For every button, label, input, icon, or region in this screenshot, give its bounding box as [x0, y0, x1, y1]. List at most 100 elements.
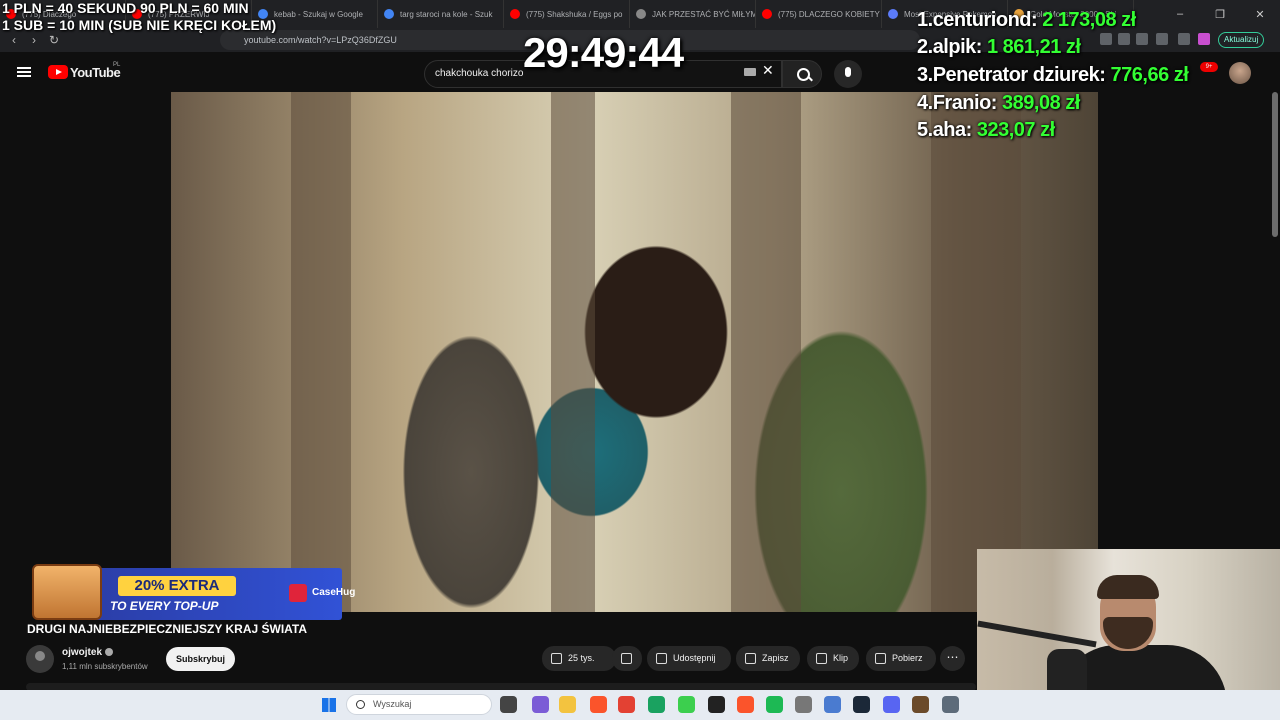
notepad-icon[interactable]: [824, 696, 841, 713]
brave-icon[interactable]: [737, 696, 754, 713]
download-icon: [875, 653, 886, 664]
windows-start-icon[interactable]: [322, 698, 336, 712]
voice-search-button[interactable]: [834, 60, 862, 88]
browser-tab[interactable]: targ staroci na kole - Szuk: [378, 0, 504, 28]
leaderboard-entry: 3.Penetrator dziurek: 776,66 zł: [917, 64, 1189, 86]
tab-favicon-icon: [888, 9, 898, 19]
share-label: Udostępnij: [673, 653, 716, 663]
bookmark-icon: [745, 653, 756, 664]
discord-icon[interactable]: [883, 696, 900, 713]
browser-tab[interactable]: JAK PRZESTAĆ BYĆ MIŁYM: [630, 0, 756, 28]
windows-taskbar: [0, 690, 1280, 720]
video-player[interactable]: [171, 92, 1098, 612]
video-frame-tree: [551, 92, 595, 612]
notification-badge[interactable]: 9+: [1200, 62, 1218, 72]
calculator-icon[interactable]: [795, 696, 812, 713]
leaderboard-entry: 5.aha: 323,07 zł: [917, 119, 1055, 141]
search-button[interactable]: [782, 60, 822, 88]
settings-icon[interactable]: [942, 696, 959, 713]
scissors-icon: [816, 653, 827, 664]
sponsor-headline: 20% EXTRA: [118, 576, 236, 596]
clip-button[interactable]: Klip: [807, 646, 859, 671]
app-icon[interactable]: [912, 696, 929, 713]
extension-icon[interactable]: [1100, 33, 1112, 45]
tab-label: (775) DLACZEGO KOBIETY: [778, 9, 880, 19]
clear-search-icon[interactable]: ✕: [762, 62, 774, 79]
extension-icon[interactable]: [1118, 33, 1130, 45]
more-actions-button[interactable]: ⋯: [940, 646, 965, 671]
save-label: Zapisz: [762, 653, 789, 663]
sponsor-brand: CaseHug: [312, 587, 356, 598]
tab-label: JAK PRZESTAĆ BYĆ MIŁYM: [652, 9, 756, 19]
minimize-icon[interactable]: –: [1160, 0, 1200, 28]
task-view-icon[interactable]: [500, 696, 517, 713]
donation-rules-line-2: 1 SUB = 10 MIN (SUB NIE KRĘCI KOŁEM): [2, 17, 277, 33]
video-title: DRUGI NAJNIEBEZPIECZNIEJSZY KRAJ ŚWIATA: [27, 622, 308, 636]
tab-favicon-icon: [636, 9, 646, 19]
country-code: PL: [113, 62, 121, 68]
sponsor-ribbon: 20% EXTRA TO EVERY TOP-UP CaseHug: [94, 568, 355, 620]
save-button[interactable]: Zapisz: [736, 646, 800, 671]
tab-favicon-icon: [510, 9, 520, 19]
thumbs-up-icon: [551, 653, 562, 664]
channel-subscriber-count: 1,11 mln subskrybentów: [62, 662, 148, 671]
share-icon: [656, 653, 667, 664]
extension-icon[interactable]: [1198, 33, 1210, 45]
channel-name[interactable]: ojwojtek: [62, 647, 102, 658]
verified-icon: [105, 648, 113, 656]
donation-rules-line-1: 1 PLN = 40 SEKUND 90 PLN = 60 MIN: [2, 0, 249, 16]
video-frame-tree: [731, 92, 801, 612]
clip-label: Klip: [833, 653, 849, 663]
extension-icon[interactable]: [1136, 33, 1148, 45]
browser-tab[interactable]: (775) DLACZEGO KOBIETY: [756, 0, 882, 28]
video-frame-tree: [291, 92, 351, 612]
mic-arm: [977, 620, 1097, 648]
tab-favicon-icon: [384, 9, 394, 19]
browser-tab[interactable]: (775) Shakshuka / Eggs po: [504, 0, 630, 28]
back-icon[interactable]: ‹: [4, 30, 24, 50]
spotify-icon[interactable]: [766, 696, 783, 713]
page-scrollbar[interactable]: [1272, 92, 1278, 237]
chrome-icon[interactable]: [618, 696, 635, 713]
close-window-icon[interactable]: ✕: [1240, 0, 1280, 28]
download-button[interactable]: Pobierz: [866, 646, 936, 671]
subscribe-button[interactable]: Subskrybuj: [166, 647, 235, 671]
file-explorer-icon[interactable]: [559, 696, 576, 713]
app-icon[interactable]: [648, 696, 665, 713]
shield-icon[interactable]: [1178, 33, 1190, 45]
tab-label: (775) Shakshuka / Eggs po: [526, 9, 623, 19]
leaderboard-entry: 4.Franio: 389,08 zł: [917, 92, 1080, 114]
thumbs-down-icon: [621, 653, 632, 664]
youtube-logo-icon[interactable]: [48, 65, 68, 79]
window-controls: – ❐ ✕: [1160, 0, 1280, 28]
reload-icon[interactable]: ↻: [44, 30, 64, 50]
like-button[interactable]: 25 tys.: [542, 646, 616, 671]
taskbar-search-input[interactable]: Wyszukaj: [346, 694, 492, 715]
subathon-timer: 29:49:44: [523, 29, 684, 76]
obs-icon[interactable]: [708, 696, 725, 713]
sponsor-subline: TO EVERY TOP-UP: [110, 599, 219, 613]
copilot-icon[interactable]: [532, 696, 549, 713]
treasure-chest-icon: [32, 564, 102, 620]
update-button[interactable]: Aktualizuj: [1218, 32, 1265, 48]
menu-icon[interactable]: [17, 67, 31, 77]
tab-label: targ staroci na kole - Szuk: [400, 9, 493, 19]
app-icon[interactable]: [678, 696, 695, 713]
account-avatar[interactable]: [1229, 62, 1251, 84]
like-count: 25 tys.: [568, 653, 595, 663]
share-button[interactable]: Udostępnij: [647, 646, 731, 671]
steam-icon[interactable]: [853, 696, 870, 713]
download-label: Pobierz: [892, 653, 923, 663]
leaderboard-entry: 1.centuriond: 2 173,08 zł: [917, 9, 1136, 31]
keyboard-icon[interactable]: [744, 68, 756, 76]
maximize-icon[interactable]: ❐: [1200, 0, 1240, 28]
sponsor-banner: 20% EXTRA TO EVERY TOP-UP CaseHug: [32, 560, 355, 620]
brave-icon[interactable]: [590, 696, 607, 713]
channel-avatar[interactable]: [26, 645, 54, 673]
dislike-button[interactable]: [612, 646, 642, 671]
extension-icon[interactable]: [1156, 33, 1168, 45]
forward-icon[interactable]: ›: [24, 30, 44, 50]
tab-favicon-icon: [762, 9, 772, 19]
leaderboard-entry: 2.alpik: 1 861,21 zł: [917, 36, 1081, 58]
tab-label: kebab - Szukaj w Google: [274, 9, 363, 19]
